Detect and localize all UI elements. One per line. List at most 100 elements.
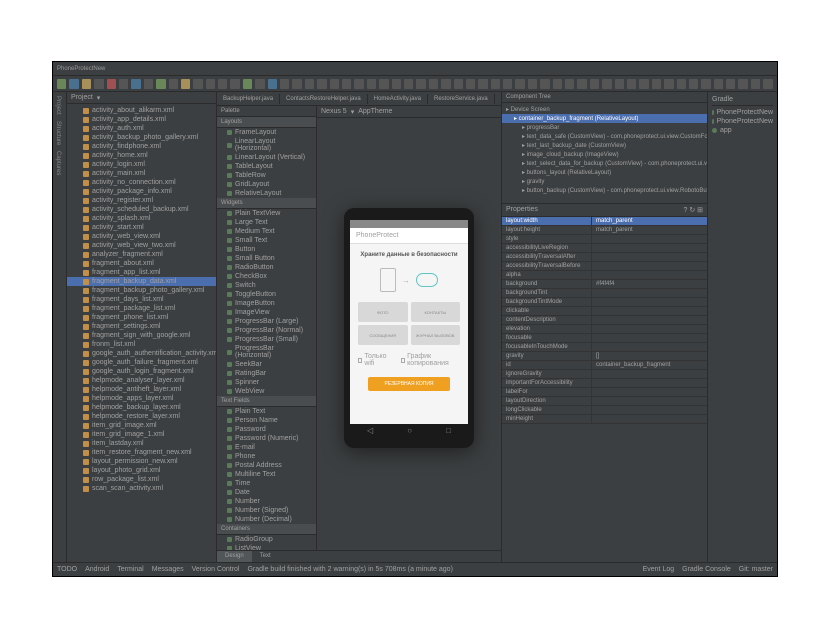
- file-item[interactable]: activity_home.xml: [67, 151, 216, 160]
- data-tile[interactable]: ФОТО: [358, 302, 408, 322]
- property-row[interactable]: layout:widthmatch_parent: [502, 217, 707, 226]
- palette-item[interactable]: ProgressBar (Large): [217, 317, 316, 326]
- toolbar-icon[interactable]: [639, 79, 648, 89]
- palette-item[interactable]: Medium Text: [217, 227, 316, 236]
- properties-tools[interactable]: ? ↻ ⊞: [683, 206, 703, 214]
- status-tool-button[interactable]: Version Control: [192, 566, 240, 573]
- palette-item[interactable]: GridLayout: [217, 180, 316, 189]
- file-item[interactable]: activity_findphone.xml: [67, 142, 216, 151]
- file-item[interactable]: fragment_package_list.xml: [67, 304, 216, 313]
- palette-item[interactable]: Switch: [217, 281, 316, 290]
- palette-item[interactable]: ProgressBar (Normal): [217, 326, 316, 335]
- toolbar-icon[interactable]: [615, 79, 624, 89]
- component-item[interactable]: ▸ buttons_layout (RelativeLayout): [502, 168, 707, 177]
- property-row[interactable]: alpha: [502, 271, 707, 280]
- toolbar-icon[interactable]: [540, 79, 549, 89]
- toolbar-icon[interactable]: [193, 79, 202, 89]
- palette-item[interactable]: TableRow: [217, 171, 316, 180]
- file-item[interactable]: fragment_sign_with_google.xml: [67, 331, 216, 340]
- file-item[interactable]: activity_start.xml: [67, 223, 216, 232]
- toolbar-icon[interactable]: [565, 79, 574, 89]
- palette-item[interactable]: Plain TextView: [217, 209, 316, 218]
- toolbar-icon[interactable]: [478, 79, 487, 89]
- toolbar-icon[interactable]: [652, 79, 661, 89]
- palette-item[interactable]: Large Text: [217, 218, 316, 227]
- toolbar-icon[interactable]: [751, 79, 760, 89]
- toolbar-icon[interactable]: [738, 79, 747, 89]
- gradle-task[interactable]: PhoneProtectNew: [712, 108, 773, 117]
- property-row[interactable]: accessibilityTraversalBefore: [502, 262, 707, 271]
- option-checkbox[interactable]: График копирования: [401, 353, 460, 367]
- toolbar-icon[interactable]: [429, 79, 438, 89]
- palette-item[interactable]: Phone: [217, 452, 316, 461]
- home-icon[interactable]: ○: [407, 426, 412, 435]
- toolbar-icon[interactable]: [416, 79, 425, 89]
- file-item[interactable]: fragment_about.xml: [67, 259, 216, 268]
- palette-item[interactable]: Multiline Text: [217, 470, 316, 479]
- toolbar-icon[interactable]: [454, 79, 463, 89]
- status-right-item[interactable]: Git: master: [739, 566, 773, 573]
- palette-item[interactable]: Person Name: [217, 416, 316, 425]
- toolbar-icon[interactable]: [292, 79, 301, 89]
- palette-item[interactable]: Spinner: [217, 378, 316, 387]
- file-item[interactable]: helpmode_restore_layer.xml: [67, 412, 216, 421]
- device-selector[interactable]: Nexus 5: [321, 108, 347, 115]
- file-item[interactable]: activity_splash.xml: [67, 214, 216, 223]
- palette-item[interactable]: Password (Numeric): [217, 434, 316, 443]
- component-item[interactable]: ▸ text_select_data_for_backup (CustomVie…: [502, 159, 707, 168]
- file-item[interactable]: activity_backup_photo_gallery.xml: [67, 133, 216, 142]
- property-row[interactable]: layoutDirection: [502, 397, 707, 406]
- theme-selector[interactable]: AppTheme: [358, 108, 392, 115]
- palette-item[interactable]: Password: [217, 425, 316, 434]
- palette-item[interactable]: SeekBar: [217, 360, 316, 369]
- file-item[interactable]: layout_photo_grid.xml: [67, 466, 216, 475]
- file-item[interactable]: activity_about_alikarm.xml: [67, 106, 216, 115]
- toolbar-icon[interactable]: [342, 79, 351, 89]
- status-tool-button[interactable]: Android: [85, 566, 109, 573]
- toolbar-icon[interactable]: [689, 79, 698, 89]
- component-item[interactable]: ▸ Device Screen: [502, 105, 707, 114]
- toolbar-icon[interactable]: [181, 79, 190, 89]
- toolbar-icon[interactable]: [94, 79, 103, 89]
- file-item[interactable]: item_restore_fragment_new.xml: [67, 448, 216, 457]
- property-row[interactable]: contentDescription: [502, 316, 707, 325]
- toolbar-icon[interactable]: [491, 79, 500, 89]
- toolbar-icon[interactable]: [503, 79, 512, 89]
- palette-item[interactable]: ProgressBar (Horizontal): [217, 344, 316, 360]
- palette-item[interactable]: ImageView: [217, 308, 316, 317]
- palette-item[interactable]: RatingBar: [217, 369, 316, 378]
- file-item[interactable]: fragment_app_list.xml: [67, 268, 216, 277]
- palette-item[interactable]: Plain Text: [217, 407, 316, 416]
- toolbar-icon[interactable]: [404, 79, 413, 89]
- backup-button[interactable]: РЕЗЕРВНАЯ КОПИЯ: [368, 377, 450, 391]
- file-item[interactable]: scan_scan_activity.xml: [67, 484, 216, 493]
- toolbar-icon[interactable]: [367, 79, 376, 89]
- toolbar-icon[interactable]: [528, 79, 537, 89]
- component-item[interactable]: ▸ image_cloud_backup (ImageView): [502, 150, 707, 159]
- palette-item[interactable]: RadioButton: [217, 263, 316, 272]
- file-item[interactable]: activity_register.xml: [67, 196, 216, 205]
- file-item[interactable]: activity_main.xml: [67, 169, 216, 178]
- palette-item[interactable]: CheckBox: [217, 272, 316, 281]
- palette-item[interactable]: Button: [217, 245, 316, 254]
- property-row[interactable]: elevation: [502, 325, 707, 334]
- file-item[interactable]: helpmode_backup_layer.xml: [67, 403, 216, 412]
- toolbar-icon[interactable]: [69, 79, 78, 89]
- property-row[interactable]: minHeight: [502, 415, 707, 424]
- palette-item[interactable]: Number (Decimal): [217, 515, 316, 524]
- property-row[interactable]: focusableInTouchMode: [502, 343, 707, 352]
- property-row[interactable]: longClickable: [502, 406, 707, 415]
- property-row[interactable]: labelFor: [502, 388, 707, 397]
- toolbar-icon[interactable]: [255, 79, 264, 89]
- property-row[interactable]: backgroundTint: [502, 289, 707, 298]
- palette-item[interactable]: TableLayout: [217, 162, 316, 171]
- toolbar-icon[interactable]: [169, 79, 178, 89]
- toolbar-icon[interactable]: [763, 79, 772, 89]
- project-header[interactable]: Project ▾: [67, 92, 216, 104]
- palette-item[interactable]: ImageButton: [217, 299, 316, 308]
- file-item[interactable]: item_grid_image_1.xml: [67, 430, 216, 439]
- file-item[interactable]: activity_login.xml: [67, 160, 216, 169]
- component-item[interactable]: ▸ text_data_safe (CustomView) - com.phon…: [502, 132, 707, 141]
- toolbar-icon[interactable]: [515, 79, 524, 89]
- palette-item[interactable]: Number: [217, 497, 316, 506]
